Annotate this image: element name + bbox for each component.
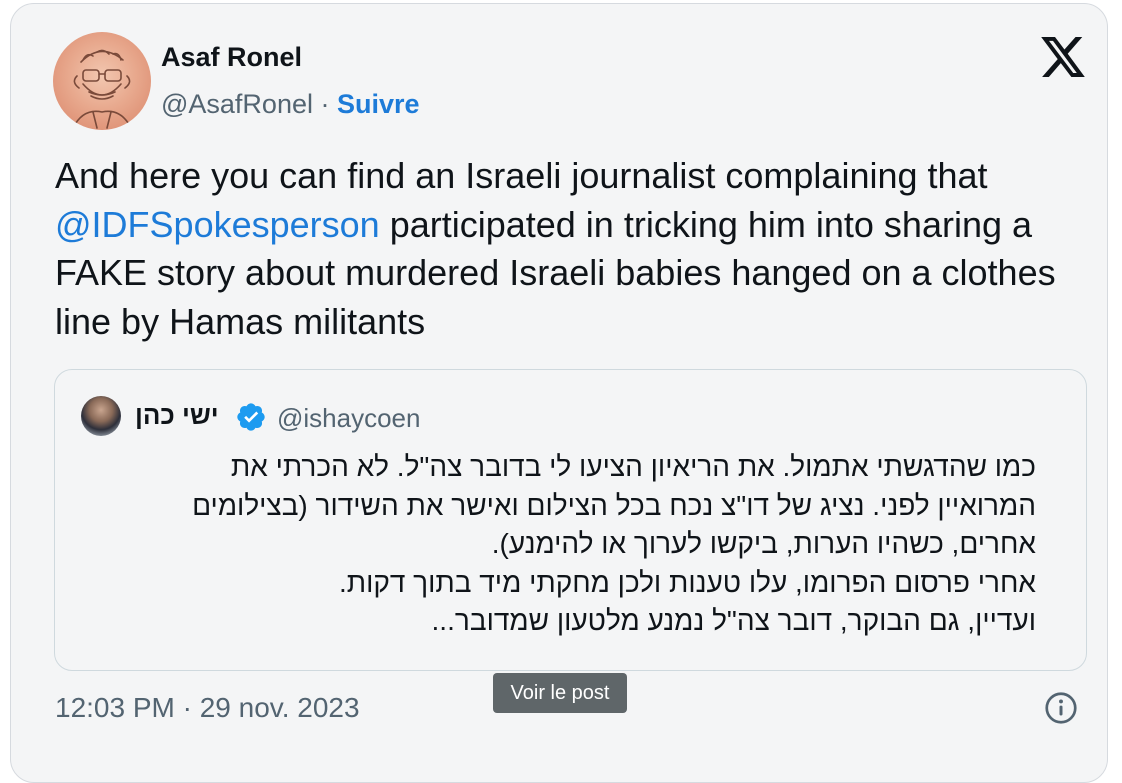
author-name[interactable]: Asaf Ronel [161, 42, 302, 73]
info-icon[interactable] [1043, 690, 1079, 726]
quoted-text-line: המרואיין לפני. נציג של דו"צ נכח בכל הציל… [192, 489, 1036, 521]
quoted-tweet[interactable]: ישי כהן @ishaycoen כמו שהדגשתי אתמול. את… [54, 369, 1087, 671]
view-post-tooltip: Voir le post [493, 673, 627, 713]
tweet-card: Asaf Ronel @AsafRonel · Suivre And here … [10, 3, 1108, 783]
follow-button[interactable]: Suivre [337, 89, 420, 119]
x-logo-icon[interactable] [1041, 37, 1085, 77]
quoted-text-line: ועדיין, גם הבוקר, דובר צה"ל נמנע מלטעון … [431, 605, 1036, 636]
quoted-tweet-text: כמו שהדגשתי אתמול. את הריאיון הציעו לי ב… [76, 448, 1036, 641]
tweet-timestamp[interactable]: 12:03 PM · 29 nov. 2023 [55, 692, 360, 724]
separator-dot: · [320, 89, 330, 119]
mention-link[interactable]: @IDFSpokesperson [55, 204, 380, 245]
quoted-text-line: אחרים, כשהיו הערות, ביקשו לערוך או להימנ… [491, 528, 1036, 559]
quoted-text-line: אחרי פרסום הפרומו, עלו טענות ולכן מחקתי … [338, 566, 1036, 598]
author-handle-line: @AsafRonel · Suivre [161, 89, 420, 120]
author-handle[interactable]: @AsafRonel [161, 89, 313, 119]
quoted-author-avatar[interactable] [81, 396, 121, 436]
avatar-sketch-icon [72, 49, 132, 129]
tweet-text-intro: And here you can find an Israeli journal… [55, 155, 988, 196]
quoted-author-handle[interactable]: @ishaycoen [277, 403, 420, 434]
quoted-author-name[interactable]: ישי כהן [135, 400, 219, 431]
verified-badge-icon [237, 403, 265, 431]
author-avatar[interactable] [53, 32, 151, 130]
tweet-text: And here you can find an Israeli journal… [55, 152, 1105, 346]
quoted-text-line: כמו שהדגשתי אתמול. את הריאיון הציעו לי ב… [230, 451, 1036, 482]
